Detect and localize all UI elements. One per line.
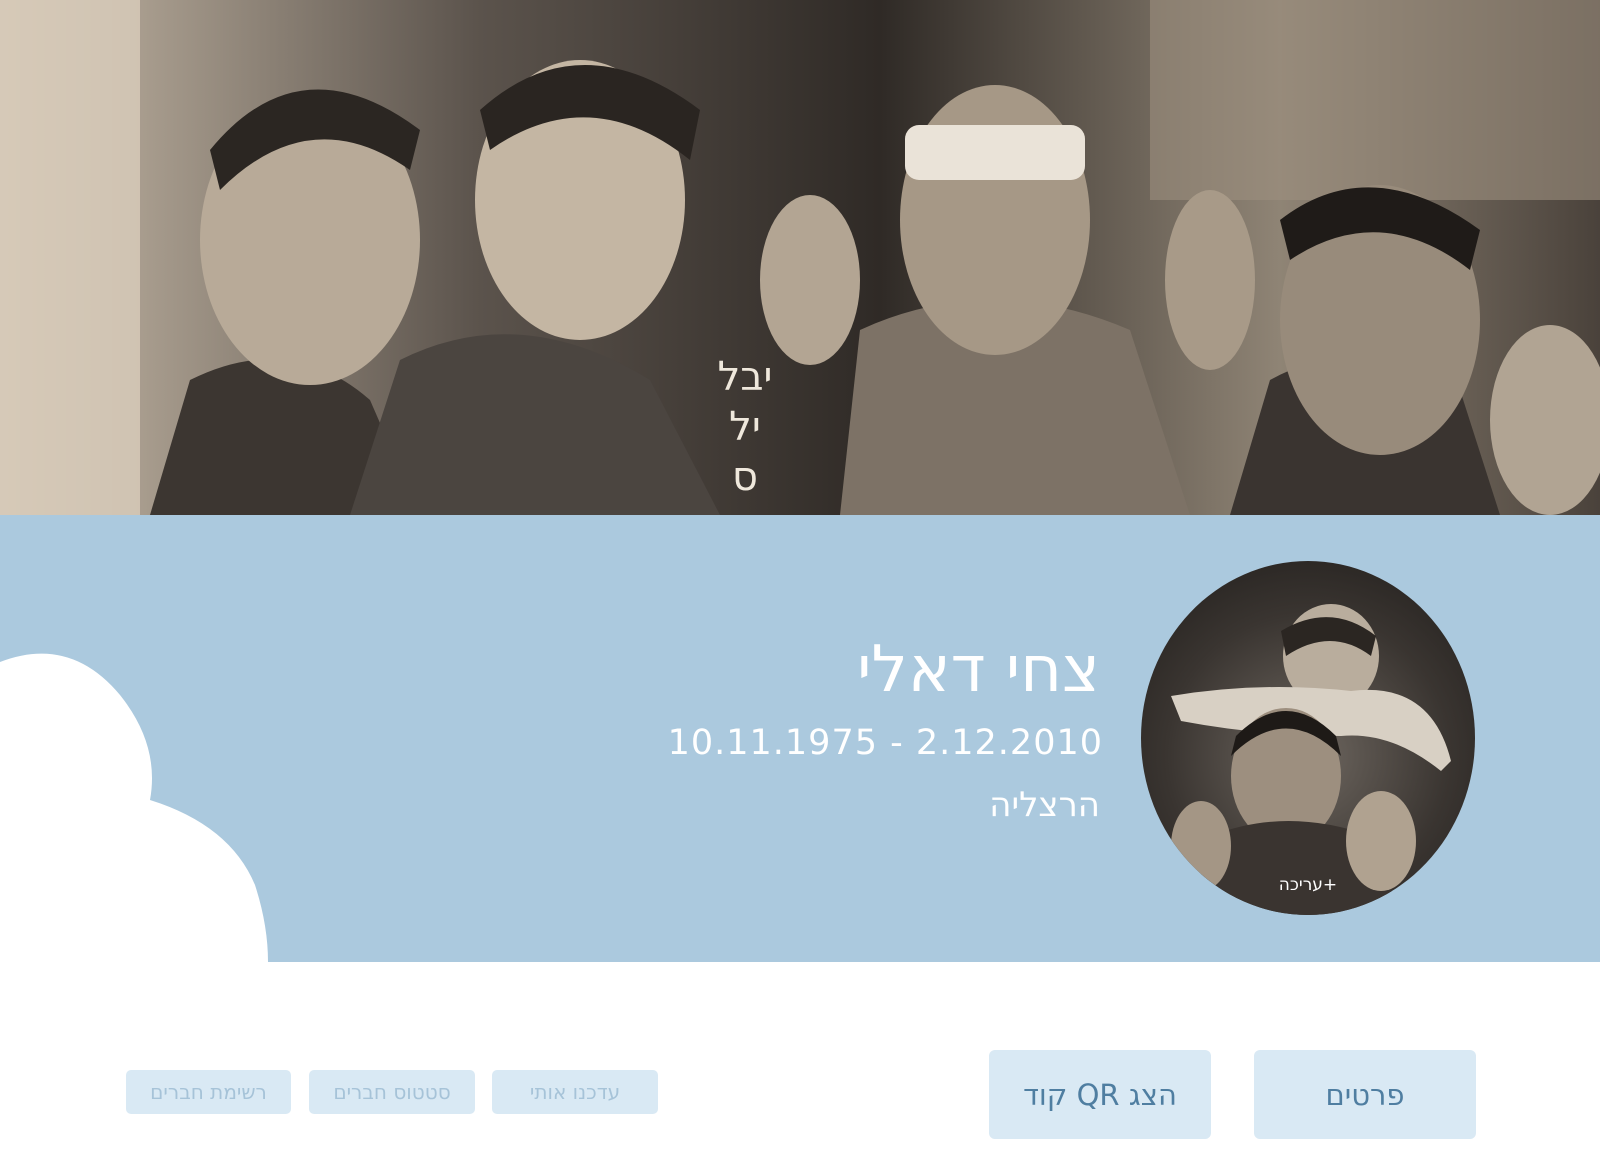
- cover-photo: יבל יל ס: [0, 0, 1600, 515]
- city-label: הרצליה: [989, 785, 1100, 825]
- person-name: צחי דאלי: [857, 633, 1100, 707]
- cloud-decoration: [0, 653, 268, 962]
- update-me-button[interactable]: עדכנו אותי: [492, 1070, 658, 1114]
- cover-lettering-3: ס: [732, 454, 758, 500]
- profile-header: צחי דאלי 10.11.1975 - 2.12.2010 הרצליה +…: [0, 515, 1600, 962]
- details-button[interactable]: פרטים: [1254, 1050, 1476, 1139]
- avatar-illustration: [1171, 604, 1451, 915]
- show-qr-button[interactable]: הצג QR קוד: [989, 1050, 1211, 1139]
- cover-lettering-1: יבל: [718, 354, 773, 400]
- cover-lettering-2: יל: [729, 404, 761, 450]
- friends-status-button[interactable]: סטטוס חברים: [309, 1070, 475, 1114]
- memorial-profile-page: יבל יל ס צחי דאלי 10.11.1975 - 2.12.2010…: [0, 0, 1600, 1162]
- cover-photo-illustration: יבל יל ס: [0, 0, 1600, 515]
- friends-list-button[interactable]: רשימת חברים: [126, 1070, 291, 1114]
- life-dates: 10.11.1975 - 2.12.2010: [667, 723, 1103, 763]
- profile-avatar[interactable]: +עריכה: [1141, 561, 1475, 915]
- avatar-edit-link[interactable]: +עריכה: [1141, 875, 1475, 895]
